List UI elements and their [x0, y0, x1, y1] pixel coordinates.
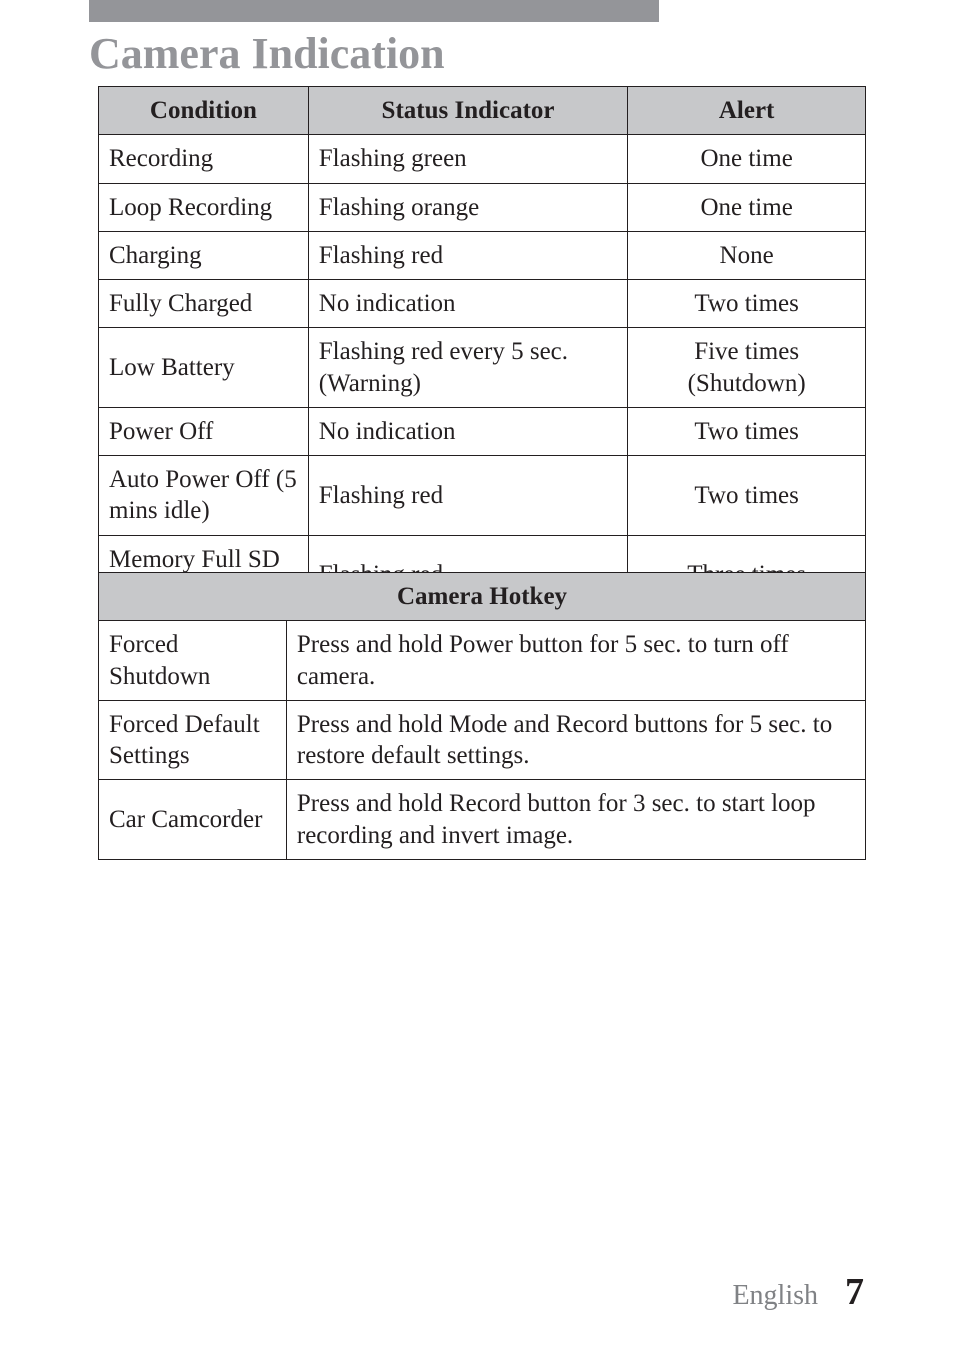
table-row: Loop Recording Flashing orange One time — [99, 183, 866, 231]
cell-status: No indication — [308, 280, 627, 328]
table-row: Car Camcorder Press and hold Record butt… — [99, 780, 866, 860]
header-bar — [89, 0, 659, 22]
cell-condition: Charging — [99, 231, 309, 279]
page-footer: English 7 — [732, 1270, 864, 1314]
cell-hotkey-desc: Press and hold Power button for 5 sec. t… — [286, 621, 865, 701]
footer-language: English — [732, 1280, 818, 1311]
cell-status: Flashing red — [308, 456, 627, 536]
page-title: Camera Indication — [89, 28, 445, 79]
camera-hotkey-table: Camera Hotkey Forced Shutdown Press and … — [98, 572, 866, 860]
cell-hotkey-name: Forced Shutdown — [99, 621, 287, 701]
cell-status: No indication — [308, 407, 627, 455]
cell-condition: Power Off — [99, 407, 309, 455]
table-row: Recording Flashing green One time — [99, 135, 866, 183]
table1-header-status: Status Indicator — [308, 87, 627, 135]
cell-alert: Two times — [628, 407, 866, 455]
table-row: Forced Shutdown Press and hold Power but… — [99, 621, 866, 701]
cell-status: Flashing red every 5 sec. (Warning) — [308, 328, 627, 408]
cell-alert: Two times — [628, 456, 866, 536]
cell-hotkey-desc: Press and hold Record button for 3 sec. … — [286, 780, 865, 860]
cell-status: Flashing green — [308, 135, 627, 183]
cell-alert: Two times — [628, 280, 866, 328]
cell-alert: One time — [628, 183, 866, 231]
table2-header: Camera Hotkey — [99, 573, 866, 621]
camera-indication-table: Condition Status Indicator Alert Recordi… — [98, 86, 866, 615]
cell-status: Flashing red — [308, 231, 627, 279]
cell-status: Flashing orange — [308, 183, 627, 231]
table-row: Charging Flashing red None — [99, 231, 866, 279]
table1-header-alert: Alert — [628, 87, 866, 135]
table-row: Auto Power Off (5 mins idle) Flashing re… — [99, 456, 866, 536]
table-row: Low Battery Flashing red every 5 sec. (W… — [99, 328, 866, 408]
table-row: Forced Default Settings Press and hold M… — [99, 700, 866, 780]
cell-alert: One time — [628, 135, 866, 183]
cell-condition: Fully Charged — [99, 280, 309, 328]
cell-hotkey-desc: Press and hold Mode and Record buttons f… — [286, 700, 865, 780]
cell-condition: Loop Recording — [99, 183, 309, 231]
page-number: 7 — [845, 1271, 864, 1313]
cell-alert: Five times (Shutdown) — [628, 328, 866, 408]
cell-condition: Low Battery — [99, 328, 309, 408]
cell-hotkey-name: Car Camcorder — [99, 780, 287, 860]
cell-hotkey-name: Forced Default Settings — [99, 700, 287, 780]
cell-alert: None — [628, 231, 866, 279]
cell-condition: Recording — [99, 135, 309, 183]
cell-condition: Auto Power Off (5 mins idle) — [99, 456, 309, 536]
table-row: Power Off No indication Two times — [99, 407, 866, 455]
table-row: Fully Charged No indication Two times — [99, 280, 866, 328]
table1-header-condition: Condition — [99, 87, 309, 135]
